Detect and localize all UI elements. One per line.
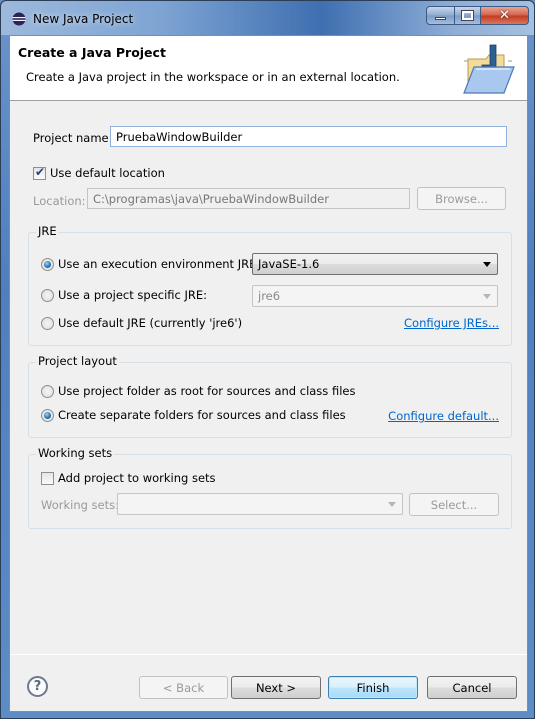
minimize-button[interactable] (426, 6, 455, 25)
banner-title: Create a Java Project (18, 45, 166, 60)
window-title: New Java Project (33, 12, 134, 26)
project-folder-root-radio[interactable] (41, 385, 54, 398)
browse-button[interactable]: Browse... (417, 187, 506, 210)
separate-folders-label: Create separate folders for sources and … (58, 408, 346, 422)
location-input[interactable]: C:\programas\java\PruebaWindowBuilder (87, 188, 410, 209)
project-specific-jre-label: Use a project specific JRE: (58, 288, 208, 302)
working-sets-select[interactable] (117, 493, 403, 515)
project-name-input[interactable]: PruebaWindowBuilder (110, 126, 507, 147)
wizard-banner: Create a Java Project Create a Java proj… (10, 36, 527, 101)
use-default-location-label: Use default location (50, 166, 165, 180)
chevron-down-icon (388, 502, 396, 507)
default-jre-radio[interactable] (41, 317, 54, 330)
maximize-icon (462, 11, 473, 20)
execution-env-jre-radio[interactable] (41, 258, 54, 271)
project-name-label: Project name: (33, 131, 113, 145)
banner-description: Create a Java project in the workspace o… (26, 70, 400, 84)
jre-group-title: JRE (36, 224, 59, 238)
eclipse-icon (12, 12, 26, 26)
configure-default-link[interactable]: Configure default... (388, 409, 499, 423)
help-icon[interactable]: ? (27, 676, 48, 697)
add-to-working-sets-label: Add project to working sets (58, 471, 216, 485)
location-label: Location: (33, 194, 86, 208)
execution-env-jre-label: Use an execution environment JRE: (58, 257, 261, 271)
execution-env-value: JavaSE-1.6 (258, 257, 320, 271)
close-icon: ✕ (499, 8, 510, 23)
minimize-icon (435, 17, 446, 20)
configure-jres-link[interactable]: Configure JREs... (404, 316, 499, 330)
add-to-working-sets-checkbox[interactable] (41, 472, 54, 485)
finish-button[interactable]: Finish (328, 676, 418, 699)
project-specific-jre-radio[interactable] (41, 289, 54, 302)
java-project-folder-icon (463, 44, 515, 94)
title-bar[interactable]: New Java Project ✕ (1, 1, 534, 35)
project-specific-jre-select[interactable]: jre6 (252, 285, 498, 307)
footer-separator (10, 654, 527, 655)
execution-env-select[interactable]: JavaSE-1.6 (252, 253, 498, 275)
project-specific-jre-value: jre6 (258, 289, 281, 303)
jre-group: JRE Use an execution environment JRE: Ja… (28, 224, 512, 346)
chevron-down-icon (483, 294, 491, 299)
project-layout-group-title: Project layout (36, 354, 119, 368)
default-jre-label: Use default JRE (currently 'jre6') (58, 316, 243, 330)
working-sets-group-title: Working sets (36, 446, 115, 460)
cancel-button[interactable]: Cancel (427, 676, 517, 699)
back-button[interactable]: < Back (139, 676, 228, 699)
project-folder-root-label: Use project folder as root for sources a… (58, 384, 356, 398)
dialog-window: New Java Project ✕ Create a Java Project… (0, 0, 535, 719)
chevron-down-icon (483, 262, 491, 267)
maximize-button[interactable] (454, 6, 481, 25)
use-default-location-checkbox[interactable] (33, 165, 46, 180)
working-sets-group: Working sets Add project to working sets… (28, 446, 512, 529)
dialog-client: Create a Java Project Create a Java proj… (9, 35, 528, 712)
separate-folders-radio[interactable] (41, 409, 54, 422)
close-button[interactable]: ✕ (480, 6, 529, 25)
working-sets-label: Working sets: (41, 498, 120, 512)
select-working-sets-button[interactable]: Select... (409, 493, 499, 516)
project-layout-group: Project layout Use project folder as roo… (28, 354, 512, 438)
next-button[interactable]: Next > (231, 676, 321, 699)
